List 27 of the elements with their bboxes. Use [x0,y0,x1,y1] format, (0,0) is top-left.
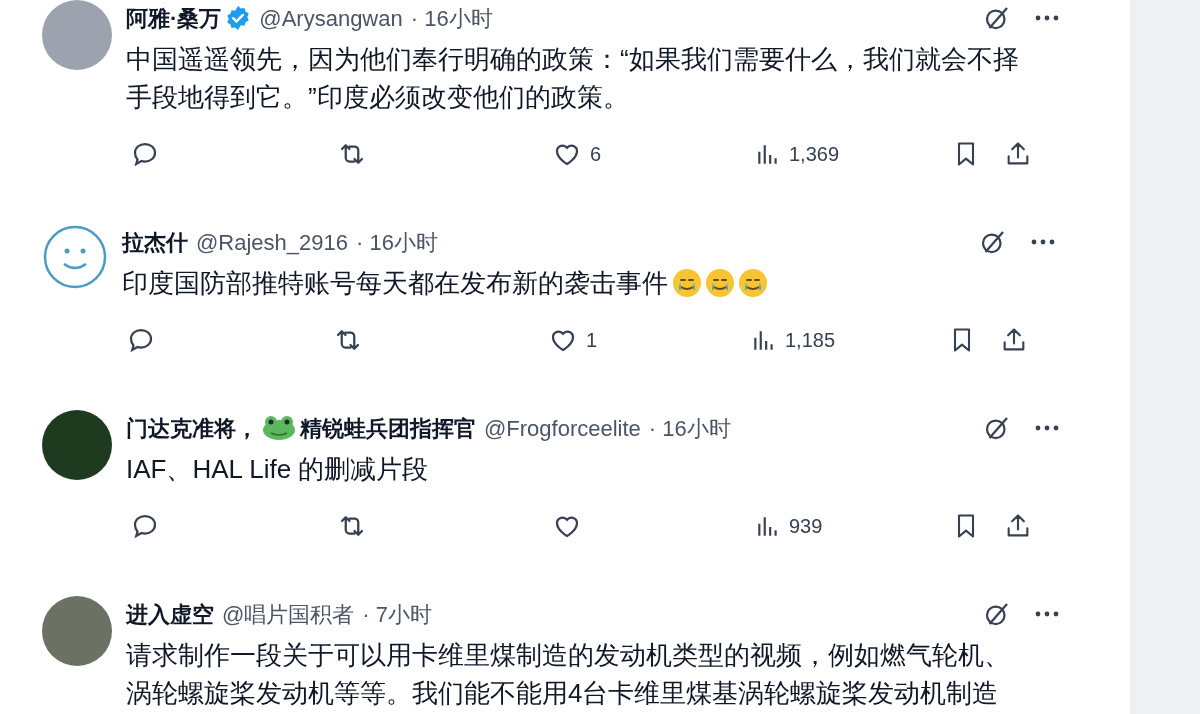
like-count: 1 [586,328,598,353]
view-count: 939 [789,514,823,539]
post-text: IAF、HAL Life 的删减片段 [126,453,430,486]
like-count: 6 [590,142,602,167]
author-name[interactable]: 阿雅·桑万 [126,1,222,35]
author-name[interactable]: 精锐蛙兵团指挥官 [300,411,476,445]
author-name[interactable]: 门达克准将， [126,411,258,445]
post-text: 请求制作一段关于可以用卡维里煤制造的发动机类型的视频，例如燃气轮机、涡轮螺旋桨发动机等等。我们能不能用4台卡维里煤基涡轮螺旋桨发动机制造 [126,639,1011,710]
post-time: · 16小时 [410,4,493,33]
post-time: · 16小时 [356,228,438,257]
more-options-icon[interactable] [1034,610,1060,618]
post-text: 中国遥遥领先，因为他们奉行明确的政策：“如果我们需要什么，我们就会不择手段地得到它。”印度必须改变他们的政策。 [126,43,1020,114]
more-options-icon[interactable] [1034,424,1060,432]
post-time: · 16小时 [648,414,731,443]
author-handle[interactable]: @唱片国积者 [222,597,355,631]
author-handle[interactable]: @Frogforceelite [484,411,641,445]
more-options-icon[interactable] [1030,238,1056,246]
author-name[interactable]: 拉杰什 [122,225,188,259]
author-handle[interactable]: @Arysangwan [259,1,403,35]
view-count: 1,369 [789,142,840,167]
author-handle[interactable]: @Rajesh_2916 [196,225,348,259]
author-name[interactable]: 进入虚空 [126,597,214,631]
post-time: · 7小时 [362,600,433,629]
more-options-icon[interactable] [1034,14,1060,22]
post-text: 印度国防部推特账号每天都在发布新的袭击事件 [122,267,668,300]
avatar-icon[interactable] [42,224,108,290]
view-count: 1,185 [785,328,836,353]
